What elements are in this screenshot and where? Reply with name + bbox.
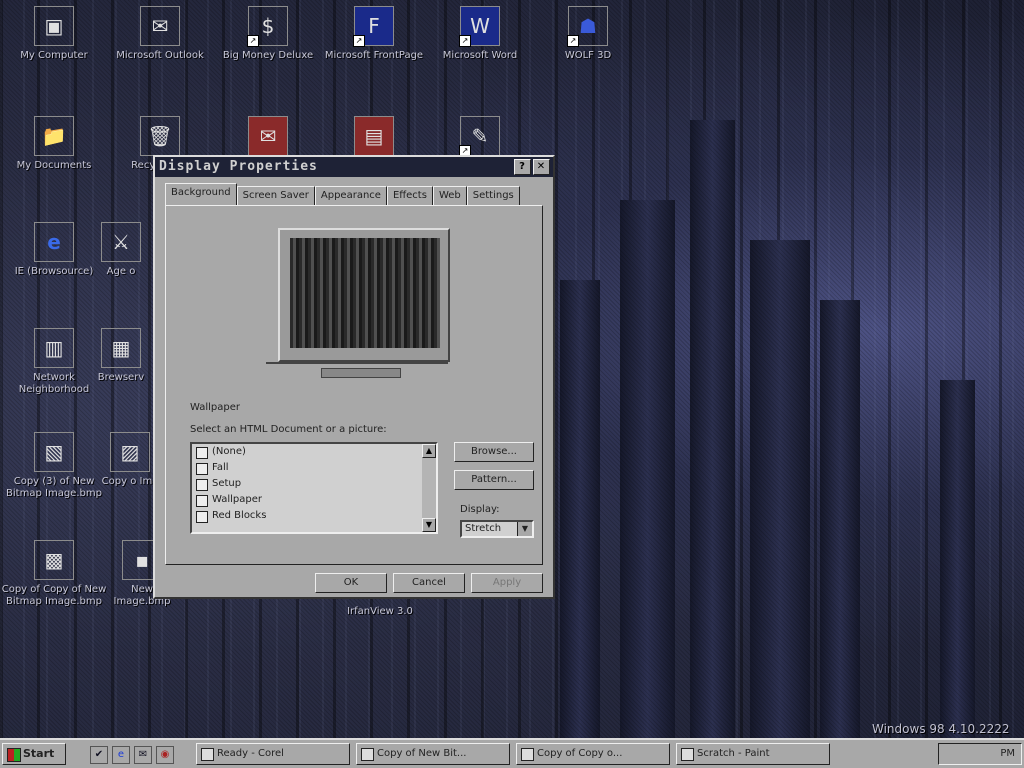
wallpaper-building (620, 200, 675, 738)
scroll-down-icon[interactable]: ▼ (422, 518, 436, 532)
windows-version-text: Windows 98 4.10.2222 (872, 722, 1010, 736)
close-button[interactable]: ✕ (533, 159, 550, 175)
shortcut-arrow-icon: ↗ (459, 35, 471, 47)
tab-background[interactable]: Background (165, 183, 237, 205)
wallpaper-building (940, 380, 975, 738)
tab-strip: Background Screen Saver Appearance Effec… (165, 183, 520, 205)
quicklaunch-app-icon[interactable]: ◉ (156, 746, 174, 764)
monitor-base (321, 368, 401, 378)
desktop-icon-mail[interactable]: ✉ (218, 116, 318, 160)
dialog-title: Display Properties (159, 159, 318, 174)
bitmap-file-icon: ▧ (34, 432, 74, 472)
bitmap-file-icon: ▨ (110, 432, 150, 472)
list-item[interactable]: Setup (192, 476, 436, 492)
list-item[interactable]: Wallpaper (192, 492, 436, 508)
taskbar-button[interactable]: Scratch - Paint (676, 743, 830, 765)
listbox-scrollbar[interactable]: ▲ ▼ (422, 444, 436, 532)
recycle-bin-icon: 🗑 (140, 116, 180, 156)
wallpaper-building (820, 300, 860, 738)
app-icon: ▤ (354, 116, 394, 156)
desktop-icon-my-documents[interactable]: 📁 My Documents (4, 116, 104, 172)
desktop-icon-big-money[interactable]: $ ↗ Big Money Deluxe (218, 6, 318, 62)
start-button[interactable]: Start (2, 743, 66, 765)
dialog-titlebar[interactable]: Display Properties ? ✕ (155, 157, 553, 177)
quicklaunch-ie-icon[interactable]: e (112, 746, 130, 764)
wallpaper-listbox[interactable]: (None) Fall Setup Wallpaper Red Blocks ▲… (190, 442, 438, 534)
tab-web[interactable]: Web (432, 186, 467, 205)
taskbar-button[interactable]: Copy of New Bit... (356, 743, 510, 765)
browse-button[interactable]: Browse... (454, 442, 534, 462)
desktop-icon-my-computer[interactable]: ▣ My Computer (4, 6, 104, 62)
select-hint-label: Select an HTML Document or a picture: (190, 424, 387, 435)
desktop-icon-word[interactable]: W ↗ Microsoft Word (430, 6, 530, 62)
list-item[interactable]: (None) (192, 444, 436, 460)
desktop-icon-app[interactable]: ▤ (324, 116, 424, 160)
desktop-icon-editor[interactable]: ✎ ↗ (430, 116, 530, 160)
game-icon: $ ↗ (247, 6, 288, 47)
system-tray: PM (938, 743, 1022, 765)
tab-settings[interactable]: Settings (466, 186, 520, 205)
app-icon: ▦ (101, 328, 141, 368)
scroll-up-icon[interactable]: ▲ (422, 444, 436, 458)
taskbar-button[interactable]: Copy of Copy o... (516, 743, 670, 765)
clock[interactable]: PM (1000, 748, 1015, 759)
taskbar: Start ✔ e ✉ ◉ Ready - Corel Copy of New … (0, 738, 1024, 768)
help-button[interactable]: ? (514, 159, 531, 175)
wallpaper-building (690, 120, 735, 738)
background-tab-panel: Wallpaper Select an HTML Document or a p… (165, 205, 543, 565)
display-label: Display: (460, 504, 500, 515)
internet-explorer-icon: e (34, 222, 74, 262)
desktop-icon-outlook[interactable]: ✉ Microsoft Outlook (110, 6, 210, 62)
monitor-preview (278, 228, 450, 362)
shortcut-arrow-icon: ↗ (353, 35, 365, 47)
frontpage-icon: F ↗ (353, 6, 394, 47)
desktop-icon-age[interactable]: ⚔ Age o (86, 222, 156, 278)
list-item[interactable]: Fall (192, 460, 436, 476)
editor-icon: ✎ ↗ (459, 116, 500, 157)
apply-button[interactable]: Apply (471, 573, 543, 593)
tab-appearance[interactable]: Appearance (314, 186, 387, 205)
word-icon: W ↗ (459, 6, 500, 47)
quicklaunch-mail-icon[interactable]: ✉ (134, 746, 152, 764)
quicklaunch-desktop-icon[interactable]: ✔ (90, 746, 108, 764)
bitmap-file-icon: ▩ (34, 540, 74, 580)
wallpaper-preview (290, 238, 440, 348)
help-icon: ? (519, 161, 526, 172)
desktop-icon-bitmap-copy[interactable]: ▨ Copy o Ima (100, 432, 160, 488)
pattern-button[interactable]: Pattern... (454, 470, 534, 490)
display-properties-dialog: Display Properties ? ✕ Background Screen… (153, 155, 555, 599)
wallpaper-building (750, 240, 810, 738)
network-icon: ▥ (34, 328, 74, 368)
display-mode-select[interactable]: Stretch ▼ (460, 520, 534, 538)
shortcut-arrow-icon: ↗ (567, 35, 579, 47)
mail-icon: ✉ (248, 116, 288, 156)
chevron-down-icon[interactable]: ▼ (517, 522, 532, 536)
list-item[interactable]: Red Blocks (192, 508, 436, 524)
shortcut-arrow-icon: ↗ (247, 35, 259, 47)
desktop-icon-bitmap-copy-copy[interactable]: ▩ Copy of Copy of New Bitmap Image.bmp (0, 540, 108, 608)
desktop-icon-brewserv[interactable]: ▦ Brewserv (86, 328, 156, 384)
ok-button[interactable]: OK (315, 573, 387, 593)
display-mode-value: Stretch (465, 523, 502, 534)
tab-effects[interactable]: Effects (386, 186, 433, 205)
folder-icon: 📁 (34, 116, 74, 156)
outlook-icon: ✉ (140, 6, 180, 46)
desktop-icon-bitmap-copy3[interactable]: ▧ Copy (3) of New Bitmap Image.bmp (4, 432, 104, 500)
desktop-icon-frontpage[interactable]: F ↗ Microsoft FrontPage (324, 6, 424, 62)
wallpaper-label: Wallpaper (190, 402, 241, 413)
game-icon: ⚔ (101, 222, 141, 262)
taskbar-button[interactable]: Ready - Corel (196, 743, 350, 765)
tab-screen-saver[interactable]: Screen Saver (236, 186, 315, 205)
close-icon: ✕ (536, 161, 547, 172)
wallpaper-building (560, 280, 600, 738)
wolf3d-icon: ☗ ↗ (567, 6, 608, 47)
desktop-icon-wolf3d[interactable]: ☗ ↗ WOLF 3D (538, 6, 638, 62)
cancel-button[interactable]: Cancel (393, 573, 465, 593)
computer-icon: ▣ (34, 6, 74, 46)
